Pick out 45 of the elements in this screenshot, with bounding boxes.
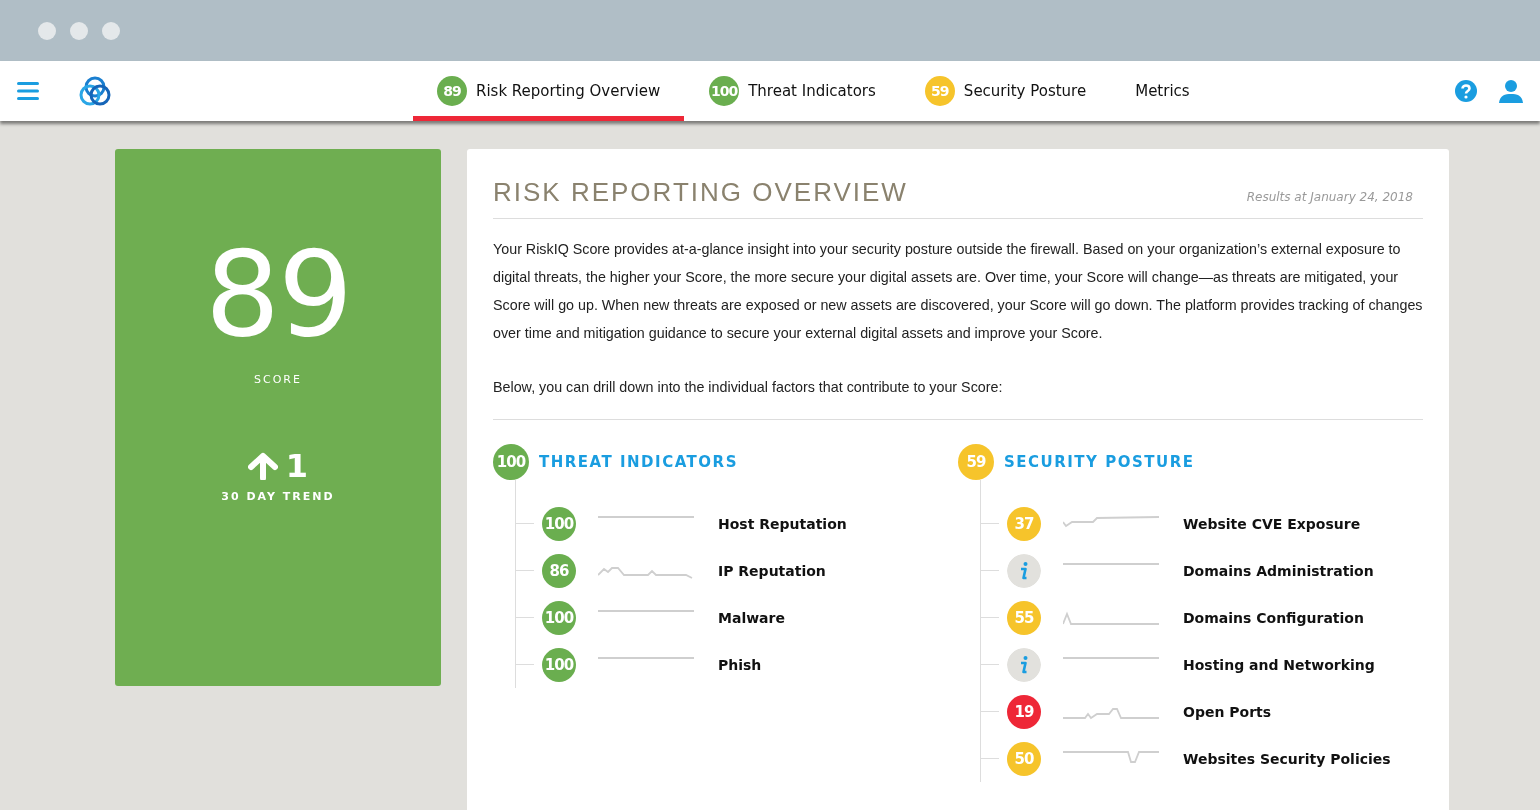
nav-tab[interactable]: 100 Threat Indicators	[685, 61, 900, 121]
score-badge: 50	[1007, 741, 1041, 776]
factor-label[interactable]: Malware	[718, 609, 785, 626]
score-badge: 59	[958, 444, 994, 480]
trend-value: 1	[285, 450, 309, 482]
factor-label[interactable]: IP Reputation	[718, 562, 826, 579]
info-icon	[1007, 647, 1041, 682]
factor-label[interactable]: Host Reputation	[718, 515, 847, 532]
trend-label: 30 DAY TREND	[221, 490, 335, 503]
score-badge: 37	[1007, 506, 1041, 541]
factor-label[interactable]: Websites Security Policies	[1183, 750, 1391, 767]
score-badge: 86	[542, 553, 576, 588]
arrow-up-icon	[247, 452, 278, 480]
help-icon[interactable]	[1454, 79, 1478, 103]
score-value: 89	[204, 235, 352, 353]
factor-label[interactable]: Website CVE Exposure	[1183, 515, 1361, 532]
score-badge: 100	[709, 76, 740, 106]
score-badge: 100	[493, 444, 529, 480]
factor-label[interactable]: Phish	[718, 656, 762, 673]
window-control-icon[interactable]	[38, 21, 56, 40]
page-title: RISK REPORTING OVERVIEW	[493, 177, 908, 208]
score-badge: 100	[542, 600, 576, 635]
menu-icon[interactable]	[17, 82, 39, 100]
score-badge: 59	[924, 76, 955, 106]
description-text: Below, you can drill down into the individual factors that contribute to your Score:	[493, 378, 1004, 397]
score-badge: 55	[1007, 600, 1041, 635]
factor-label[interactable]: Domains Administration	[1183, 562, 1374, 579]
rings-logo-icon[interactable]	[79, 75, 111, 107]
score-badge: 100	[542, 647, 576, 682]
nav-tab[interactable]: 59 Security Posture	[900, 61, 1111, 121]
factor-label[interactable]: Domains Configuration	[1183, 609, 1364, 626]
info-icon	[1007, 553, 1041, 588]
description-text: Your RiskIQ Score provides at-a-glance insight into your security posture outside the firewall. Based on your organization’s external exposure to digital threats, the higher your Score, the more secure your digital assets are. Over time, your Score will change—as threats are mitigated, your Score will go up. When new threats are exposed or new assets are discovered, your Score will go down. The platform provides tracking of changes over time and mitigation guidance to secure your external digital assets and improve your Score.	[493, 240, 1423, 343]
window-control-icon[interactable]	[70, 21, 88, 40]
score-label: SCORE	[254, 373, 302, 386]
factor-label[interactable]: Open Ports	[1183, 703, 1272, 720]
results-date: Results at January 24, 2018	[1246, 190, 1413, 204]
factor-label[interactable]: Hosting and Networking	[1183, 656, 1375, 673]
score-badge: 19	[1007, 694, 1041, 729]
score-badge: 89	[437, 76, 467, 106]
nav-tab[interactable]: 89 Risk Reporting Overview	[413, 61, 685, 121]
nav-tab[interactable]: Metrics	[1111, 61, 1214, 121]
window-control-icon[interactable]	[102, 21, 120, 40]
score-badge: 100	[542, 506, 576, 541]
user-icon[interactable]	[1498, 78, 1524, 104]
